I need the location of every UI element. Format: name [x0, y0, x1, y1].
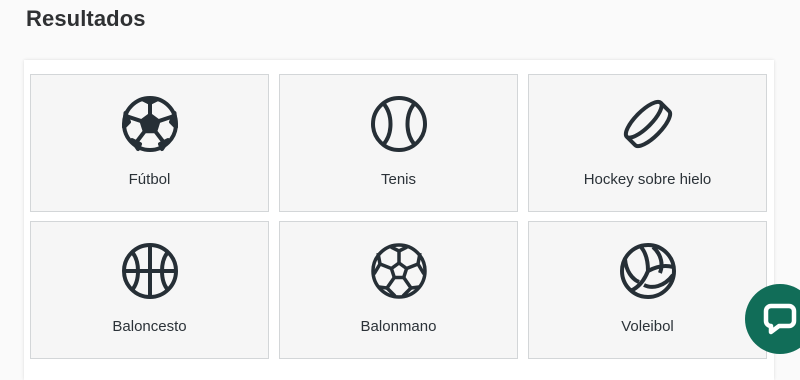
sport-tile-voleibol[interactable]: Voleibol: [528, 221, 767, 359]
sport-tile-hockey-sobre-hielo[interactable]: Hockey sobre hielo: [528, 74, 767, 212]
handball-icon: [369, 241, 429, 301]
sport-label: Balonmano: [360, 318, 437, 335]
chat-bubble-icon: [763, 302, 797, 336]
sport-tile-baloncesto[interactable]: Baloncesto: [30, 221, 269, 359]
sport-label: Hockey sobre hielo: [583, 171, 712, 188]
hockey-puck-icon: [618, 94, 678, 154]
soccer-ball-icon: [120, 94, 180, 154]
volleyball-icon: [618, 241, 678, 301]
sport-tile-tenis[interactable]: Tenis: [279, 74, 518, 212]
sports-grid: Fútbol Tenis Hockey sobre hielo Balonces…: [30, 74, 767, 359]
page-title: Resultados: [26, 6, 146, 31]
sports-results-panel: Fútbol Tenis Hockey sobre hielo Balonces…: [24, 60, 774, 380]
basketball-icon: [120, 241, 180, 301]
sport-label: Fútbol: [128, 171, 171, 188]
sport-tile-balonmano[interactable]: Balonmano: [279, 221, 518, 359]
sport-label: Baloncesto: [112, 318, 187, 335]
sport-label: Tenis: [380, 171, 417, 188]
sport-tile-futbol[interactable]: Fútbol: [30, 74, 269, 212]
tennis-ball-icon: [369, 94, 429, 154]
sport-label: Voleibol: [621, 318, 674, 335]
